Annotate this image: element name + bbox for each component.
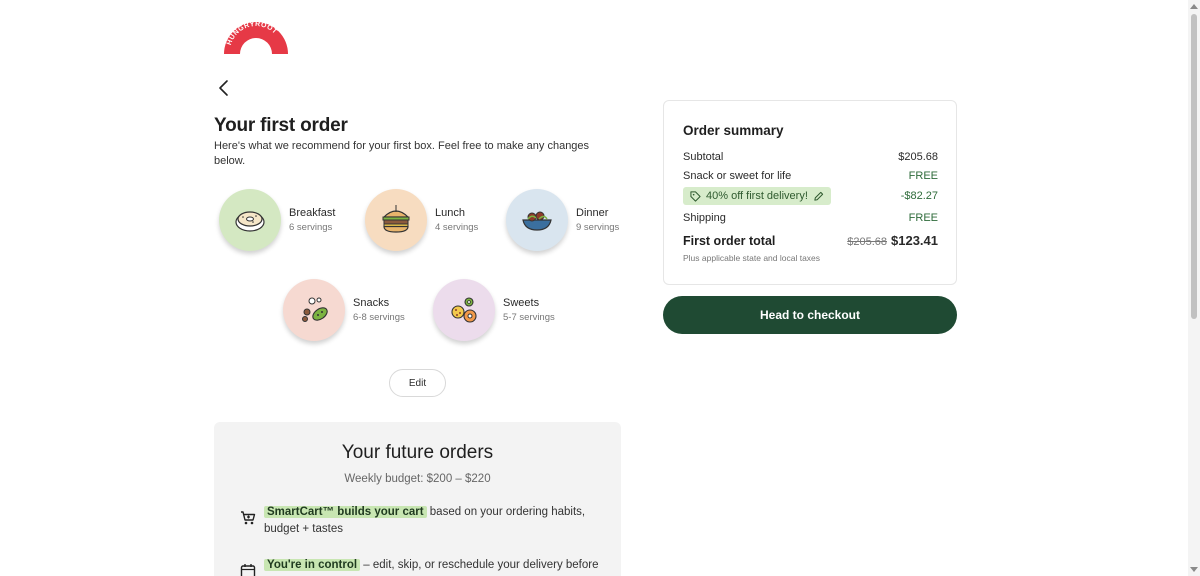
page-title: Your first order [214, 115, 348, 136]
category-name: Dinner [576, 206, 609, 219]
future-orders-panel: Your future orders Weekly budget: $200 –… [214, 422, 621, 576]
shipping-value: FREE [908, 212, 938, 224]
cart-icon [240, 510, 256, 526]
page: HUNGRYROOT Your first order Here's what … [0, 0, 1200, 576]
tax-note: Plus applicable state and local taxes [683, 253, 821, 263]
edit-button[interactable]: Edit [389, 369, 446, 397]
calendar-icon [240, 563, 256, 576]
category-servings: 6-8 servings [353, 311, 405, 323]
total-row: First order total $205.68 $123.41 [683, 233, 938, 248]
category-servings: 9 servings [576, 221, 620, 233]
chevron-left-icon [219, 80, 228, 96]
category-dinner[interactable]: Dinner 9 servings [506, 189, 619, 251]
hungryroot-logo[interactable]: HUNGRYROOT [222, 20, 290, 54]
sandwich-icon [365, 189, 427, 251]
snacks-icon [283, 279, 345, 341]
category-snacks[interactable]: Snacks 6-8 servings [283, 279, 405, 341]
category-sweets[interactable]: Sweets 5-7 servings [433, 279, 555, 341]
category-servings: 4 servings [435, 221, 479, 233]
feature-control: You're in control – edit, skip, or resch… [240, 557, 610, 576]
feature-highlight: SmartCart™ builds your cart [264, 506, 427, 518]
category-servings: 6 servings [289, 221, 333, 233]
pencil-icon[interactable] [813, 191, 824, 202]
category-servings: 5-7 servings [503, 311, 555, 323]
subtotal-label: Subtotal [683, 151, 724, 163]
category-lunch[interactable]: Lunch 4 servings [365, 189, 478, 251]
total-value: $123.41 [891, 233, 938, 248]
snack-value: FREE [908, 170, 938, 182]
promo-label: 40% off first delivery! [706, 190, 808, 202]
weekly-budget: Weekly budget: $200 – $220 [344, 473, 491, 485]
order-summary: Order summary Subtotal $205.68 Snack or … [663, 100, 957, 285]
page-subtitle: Here's what we recommend for your first … [214, 140, 590, 167]
scroll-up-icon[interactable] [1190, 4, 1198, 9]
page-scrollbar[interactable] [1188, 0, 1200, 576]
bagel-icon [219, 189, 281, 251]
category-name: Sweets [503, 296, 540, 309]
bowl-icon [506, 189, 568, 251]
promo-value: -$82.27 [900, 190, 938, 202]
total-original: $205.68 [847, 236, 887, 248]
tag-icon [690, 190, 701, 202]
subtotal-row: Subtotal $205.68 [683, 151, 938, 163]
feature-highlight: You're in control [264, 559, 361, 571]
checkout-button[interactable]: Head to checkout [663, 296, 957, 334]
promo-row: 40% off first delivery! -$82.27 [683, 187, 938, 205]
promo-badge[interactable]: 40% off first delivery! [683, 187, 831, 205]
subtotal-value: $205.68 [898, 151, 938, 163]
category-name: Breakfast [289, 206, 336, 219]
shipping-label: Shipping [683, 212, 726, 224]
category-name: Lunch [435, 206, 465, 219]
snack-row: Snack or sweet for life FREE [683, 170, 938, 182]
scroll-down-icon[interactable] [1190, 567, 1198, 572]
category-name: Snacks [353, 296, 390, 309]
feature-smartcart: SmartCart™ builds your cart based on you… [240, 504, 610, 538]
category-breakfast[interactable]: Breakfast 6 servings [219, 189, 335, 251]
summary-title: Order summary [683, 123, 784, 138]
scroll-thumb[interactable] [1191, 14, 1197, 319]
feature-text: – edit, skip, or reschedule your deliver… [360, 559, 599, 571]
total-label: First order total [683, 233, 776, 248]
snack-label: Snack or sweet for life [683, 170, 792, 182]
back-button[interactable] [213, 77, 235, 99]
cookies-icon [433, 279, 495, 341]
shipping-row: Shipping FREE [683, 212, 938, 224]
future-orders-title: Your future orders [341, 442, 494, 463]
